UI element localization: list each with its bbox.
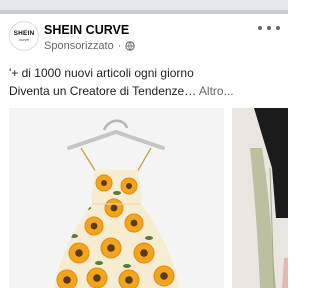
product-image-cardigan	[232, 108, 288, 288]
page-name[interactable]: SHEIN CURVE	[44, 23, 129, 37]
sponsored-label[interactable]: Sponsorizzato	[44, 40, 114, 52]
post-meta: Sponsorizzato ·	[44, 40, 136, 52]
meta-separator: ·	[117, 40, 122, 52]
sponsored-post: SHEIN curve SHEIN CURVE Sponsorizzato · …	[0, 14, 288, 288]
post-caption: '+ di 1000 nuovi articoli ogni giorno Di…	[9, 64, 284, 100]
product-image-sunflower-dress	[9, 108, 224, 288]
more-options-icon[interactable]	[258, 21, 280, 35]
caption-line-1: '+ di 1000 nuovi articoli ogni giorno	[9, 66, 194, 80]
see-more-link[interactable]: Altro...	[199, 84, 234, 98]
avatar-logo-sub: curve	[19, 37, 29, 42]
page-avatar[interactable]: SHEIN curve	[9, 21, 39, 51]
caption-text-2: Diventa un Creatore di Tendenze…	[9, 84, 197, 98]
carousel-card-1[interactable]	[9, 108, 224, 288]
carousel-card-2[interactable]	[232, 108, 288, 288]
globe-icon	[125, 41, 136, 51]
post-header: SHEIN curve SHEIN CURVE Sponsorizzato ·	[0, 14, 288, 66]
top-separator	[0, 0, 288, 14]
caption-line-2: Diventa un Creatore di Tendenze… Altro..…	[9, 82, 284, 100]
avatar-logo-main: SHEIN	[13, 30, 35, 37]
